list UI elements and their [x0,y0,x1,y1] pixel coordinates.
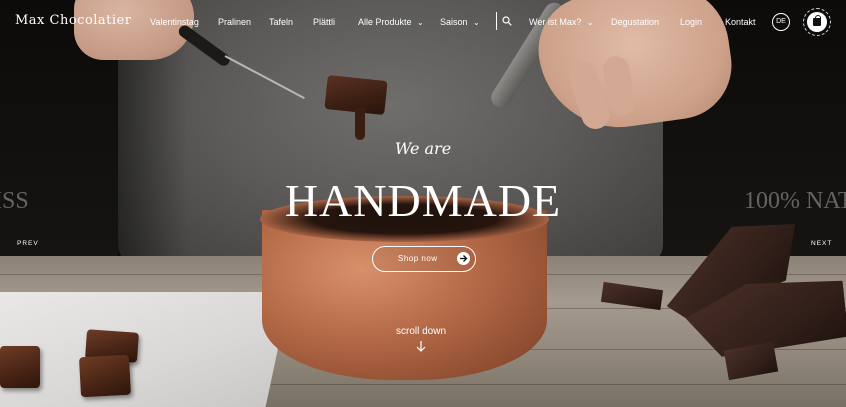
baking-paper-image [0,292,290,407]
nav-wer-ist-max[interactable]: Wer ist Max? ⌄ [529,17,594,27]
hero-kicker: We are [394,139,452,158]
arrow-down-icon[interactable] [415,340,427,352]
praline-image [78,354,132,398]
nav-label: Valentinstag [150,17,199,27]
scroll-down-label[interactable]: scroll down [0,326,842,337]
hero-section: Max Chocolatier Valentinstag Pralinen Ta… [0,0,846,407]
nav-kontakt[interactable]: Kontakt [725,17,756,27]
arrow-right-icon [457,252,470,265]
nav-label: Plättli [313,17,336,27]
chevron-down-icon: ⌄ [473,18,480,27]
next-slide-button[interactable]: NEXT [811,240,832,247]
nav-label: Wer ist Max? [529,17,582,27]
shopping-bag-icon [813,18,821,26]
nav-alle-produkte[interactable]: Alle Produkte ⌄ [358,17,424,27]
nav-label: Kontakt [725,17,756,27]
nav-valentinstag[interactable]: Valentinstag [150,17,199,27]
nav-label: Tafeln [269,17,294,27]
nav-label: Pralinen [218,17,252,27]
nav-label: Degustation [611,17,660,27]
search-icon[interactable] [502,16,512,26]
shop-now-label: Shop now [398,254,438,263]
chocolate-drip [355,108,365,140]
nav-plaettli[interactable]: Plättli [313,17,335,27]
praline-image [0,346,40,388]
language-switch[interactable]: DE [772,13,790,31]
nav-divider [496,12,497,30]
prev-slide-button[interactable]: PREV [17,240,39,247]
shop-now-button[interactable]: Shop now [372,246,476,272]
nav-login[interactable]: Login [680,17,702,27]
hero-headline: HANDMADE [284,175,562,226]
top-navigation: Max Chocolatier Valentinstag Pralinen Ta… [0,0,846,44]
nav-degustation[interactable]: Degustation [611,17,659,27]
next-slide-title: 100% NAT [744,188,846,214]
nav-saison[interactable]: Saison ⌄ [440,17,480,27]
cart-button[interactable] [803,8,831,36]
nav-label: Login [680,17,703,27]
chevron-down-icon: ⌄ [417,18,424,27]
nav-label: Alle Produkte [358,17,412,27]
brand-logo[interactable]: Max Chocolatier [15,13,131,28]
chevron-down-icon: ⌄ [586,18,594,27]
nav-tafeln[interactable]: Tafeln [269,17,293,27]
nav-label: Saison [440,17,468,27]
prev-slide-title: ISS [0,188,29,214]
cart-badge [807,12,827,32]
nav-pralinen[interactable]: Pralinen [218,17,251,27]
